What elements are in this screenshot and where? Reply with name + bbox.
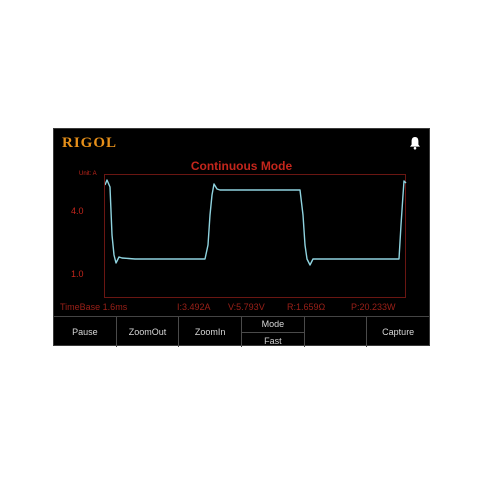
- rigol-logo: RIGOL: [62, 135, 118, 151]
- waveform-plot[interactable]: [104, 174, 407, 298]
- voltage-readout: V:5.793V: [228, 302, 265, 312]
- mode-value: Fast: [264, 335, 282, 346]
- status-bar: TimeBase 1.6ms I:3.492A V:5.793V R:1.659…: [54, 302, 429, 314]
- mode-button[interactable]: Mode Fast: [242, 317, 305, 347]
- zoom-in-button[interactable]: ZoomIn: [179, 317, 243, 347]
- unit-label: Unit: A: [79, 171, 97, 177]
- waveform-svg: [104, 179, 407, 266]
- resistance-readout: R:1.659Ω: [287, 302, 326, 312]
- bell-icon[interactable]: [409, 136, 421, 150]
- current-readout: I:3.492A: [177, 302, 211, 312]
- softkey-menu: Pause ZoomOut ZoomIn Mode Fast Capture: [54, 316, 429, 347]
- y-tick-1: 1.0: [71, 269, 84, 279]
- mode-label: Mode: [242, 319, 304, 333]
- empty-softkey-1[interactable]: [305, 317, 368, 347]
- power-readout: P:20.233W: [351, 302, 396, 312]
- pause-button[interactable]: Pause: [54, 317, 117, 347]
- timebase-readout: TimeBase 1.6ms: [60, 302, 128, 312]
- mode-title: Continuous Mode: [190, 159, 293, 173]
- capture-button[interactable]: Capture: [367, 317, 429, 347]
- zoom-out-button[interactable]: ZoomOut: [117, 317, 180, 347]
- y-tick-4: 4.0: [71, 206, 84, 216]
- electronic-load-screen: RIGOL Continuous Mode Unit: A 4.0 1.0 Ti…: [53, 128, 430, 347]
- current-waveform: [104, 179, 407, 266]
